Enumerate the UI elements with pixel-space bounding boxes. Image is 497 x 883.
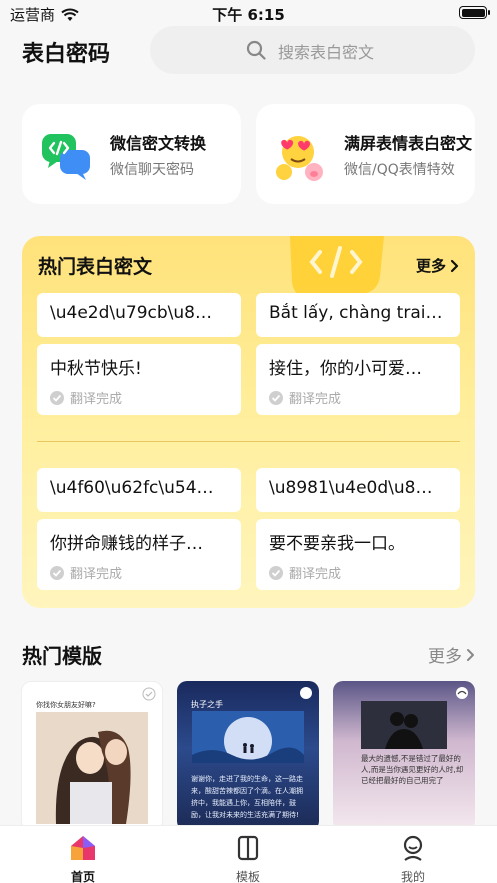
status-label: 翻译完成 [289, 567, 342, 582]
template-caption: 你找你女朋友好嘛? [36, 701, 96, 709]
tab-profile[interactable]: 我的 [373, 834, 453, 883]
check-circle-icon [50, 391, 64, 405]
plain-card[interactable]: 你拼命赚钱的样子… 翻译完成 [37, 519, 241, 590]
more-link[interactable]: 更多 [428, 642, 475, 667]
template-badge-icon [456, 687, 468, 699]
status-label: 翻译完成 [70, 392, 123, 407]
check-circle-icon [269, 566, 283, 580]
feature-wechat-cipher[interactable]: 微信密文转换 微信聊天密码 [22, 104, 241, 204]
more-link[interactable]: 更多 [416, 255, 459, 276]
section-title: 热门模版 [22, 644, 102, 668]
status-bar: 运营商 下午 6:15 [0, 0, 497, 26]
hot-ciphers-panel: 热门表白密文 更多 \u4e2d\u79cb\u8… Bắt lấy, chàn… [22, 236, 475, 608]
home-icon [71, 836, 95, 860]
template-caption: 最大的遗憾,不是错过了最好的人,而是当你遇见更好的人时,却已经把最好的自己用完了 [361, 754, 464, 785]
cipher-card[interactable]: Bắt lấy, chàng trai… [256, 293, 460, 337]
emoji-hearts-icon [276, 136, 323, 181]
feature-subtitle: 微信聊天密码 [110, 162, 194, 178]
template-badge-icon [300, 687, 312, 699]
feature-subtitle: 微信/QQ表情特效 [344, 162, 455, 178]
cipher-card[interactable]: \u8981\u4e0d\u8… [256, 468, 460, 512]
chevron-right-icon [467, 648, 474, 661]
tab-label: 模板 [235, 870, 260, 883]
wechat-code-icon [42, 134, 90, 180]
cipher-card[interactable]: \u4f60\u62fc\u54… [37, 468, 241, 512]
cipher-text: \u4f60\u62fc\u54… [50, 478, 214, 498]
book-icon [237, 835, 259, 861]
cipher-text: Bắt lấy, chàng trai… [269, 303, 443, 323]
template-card[interactable]: 你找你女朋友好嘛? [21, 681, 163, 831]
search-input[interactable]: 搜索表白密文 [150, 26, 475, 74]
plain-card[interactable]: 中秋节快乐! 翻译完成 [37, 344, 241, 415]
status-label: 翻译完成 [289, 392, 342, 407]
feature-emoji-cipher[interactable]: 满屏表情表白密文 微信/QQ表情特效 [256, 104, 475, 204]
cipher-text: \u4e2d\u79cb\u8… [50, 303, 212, 323]
template-card[interactable]: 最大的遗憾,不是错过了最好的人,而是当你遇见更好的人时,却已经把最好的自己用完了 [333, 681, 475, 831]
plain-card[interactable]: 要不要亲我一口。 翻译完成 [256, 519, 460, 590]
search-placeholder: 搜索表白密文 [278, 43, 375, 62]
plain-text: 你拼命赚钱的样子… [50, 534, 203, 554]
page-title: 表白密码 [22, 42, 111, 67]
search-icon [246, 40, 266, 60]
divider [37, 441, 460, 442]
couple-photo-illustration [361, 701, 447, 749]
couple-illustration [36, 712, 148, 824]
plain-text: 接住，你的小可爱… [269, 359, 422, 379]
chevron-right-icon [450, 259, 459, 272]
feature-title: 满屏表情表白密文 [344, 134, 473, 153]
user-icon [403, 835, 423, 861]
plain-text: 要不要亲我一口。 [269, 534, 405, 554]
plain-card[interactable]: 接住，你的小可爱… 翻译完成 [256, 344, 460, 415]
moon-couple-illustration [192, 711, 304, 763]
template-body: 谢谢你，走进了我的生命，这一路走来，酸甜苦辣都因了个滴。在人潮拥挤中，我能遇上你… [191, 775, 303, 819]
check-circle-icon [50, 566, 64, 580]
plain-text: 中秋节快乐! [50, 359, 142, 379]
tab-bar: 首页 模板 我的 [0, 825, 497, 883]
tab-home[interactable]: 首页 [43, 834, 123, 883]
code-bubble-icon [290, 236, 384, 298]
template-card[interactable]: 执子之手 谢谢你，走进了我的生命，这一路走来，酸甜苦辣都因了个滴。在人潮拥挤中，… [177, 681, 319, 831]
section-title: 热门表白密文 [38, 256, 153, 278]
status-label: 翻译完成 [70, 567, 123, 582]
feature-title: 微信密文转换 [110, 134, 207, 153]
header: 表白密码 搜索表白密文 [0, 26, 497, 76]
template-caption: 执子之手 [191, 700, 223, 709]
tab-label: 首页 [70, 870, 95, 883]
check-circle-icon [269, 391, 283, 405]
cipher-text: \u8981\u4e0d\u8… [269, 478, 433, 498]
more-label: 更多 [428, 647, 462, 667]
tab-templates[interactable]: 模板 [208, 834, 288, 883]
cipher-card[interactable]: \u4e2d\u79cb\u8… [37, 293, 241, 337]
tab-label: 我的 [400, 870, 425, 883]
template-badge-icon [142, 687, 156, 701]
more-label: 更多 [415, 257, 446, 275]
battery-icon [459, 6, 490, 19]
clock: 下午 6:15 [212, 6, 285, 24]
